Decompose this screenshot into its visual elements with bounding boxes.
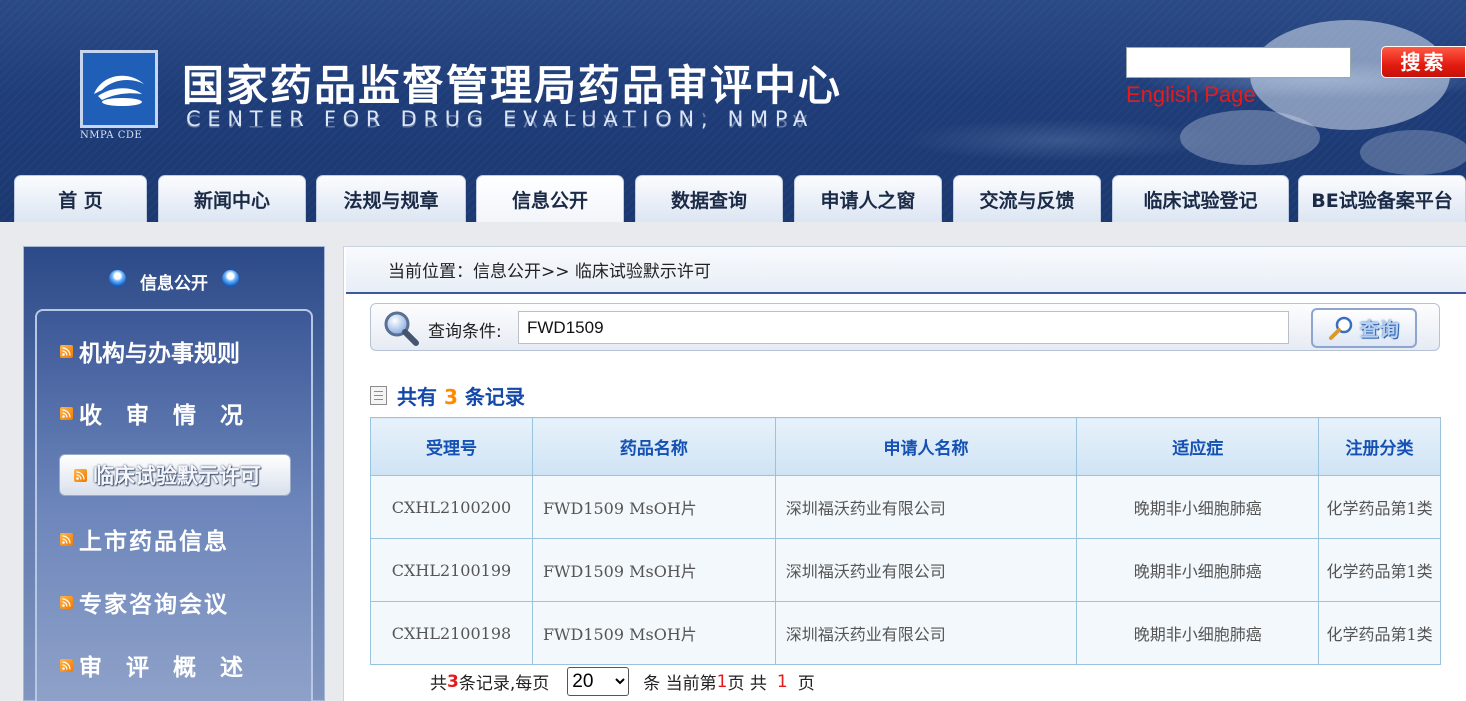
sidebar-title: 信息公开: [140, 273, 208, 294]
page-size-select[interactable]: 20: [567, 667, 630, 696]
query-bar: 查询条件: 查询: [370, 303, 1440, 351]
search-icon: [1328, 316, 1353, 340]
pager-total-records: 3: [447, 671, 459, 692]
cell-registration-class: 化学药品第1类: [1318, 538, 1441, 602]
cell-drug-name: FWD1509 MsOH片: [531, 475, 776, 539]
query-input[interactable]: [518, 311, 1289, 344]
tab-clinical-trial-registry[interactable]: 临床试验登记: [1112, 175, 1289, 222]
cell-applicant: 深圳福沃药业有限公司: [774, 538, 1078, 602]
sidebar-item-rules[interactable]: 机构与办事规则: [60, 333, 240, 369]
cell-registration-class: 化学药品第1类: [1318, 475, 1441, 539]
table-row[interactable]: CXHL2100199 FWD1509 MsOH片 深圳福沃药业有限公司 晚期非…: [370, 538, 1441, 602]
bullet-orb-icon: [109, 269, 126, 287]
breadcrumb: 当前位置：信息公开>> 临床试验默示许可: [346, 247, 1466, 294]
column-header-registration-class: 注册分类: [1318, 417, 1441, 476]
tab-applicant[interactable]: 申请人之窗: [794, 175, 942, 222]
sidebar-item-clinical-trial-permit[interactable]: 临床试验默示许可: [59, 454, 291, 496]
pager-text: 页: [797, 674, 815, 694]
tab-info-disclosure[interactable]: 信息公开: [476, 175, 624, 222]
column-header-accept-no: 受理号: [370, 417, 533, 476]
cell-indication: 晚期非小细胞肺癌: [1076, 475, 1320, 539]
pager-text: 条记录,每页: [458, 674, 550, 694]
cell-accept-no[interactable]: CXHL2100199: [370, 538, 533, 602]
column-header-drug-name: 药品名称: [531, 417, 776, 476]
pager-total-pages: 1: [776, 671, 788, 692]
cell-indication: 晚期非小细胞肺癌: [1076, 538, 1320, 602]
cell-drug-name: FWD1509 MsOH片: [531, 601, 776, 665]
tab-news[interactable]: 新闻中心: [158, 175, 306, 222]
table-row[interactable]: CXHL2100200 FWD1509 MsOH片 深圳福沃药业有限公司 晚期非…: [370, 475, 1441, 539]
cell-applicant: 深圳福沃药业有限公司: [774, 601, 1078, 665]
cell-drug-name: FWD1509 MsOH片: [531, 538, 776, 602]
record-count-text: 共有 3 条记录: [397, 385, 525, 409]
site-search-input[interactable]: [1126, 47, 1351, 78]
sidebar-item-label: 审 评 概 述: [79, 655, 252, 681]
logo-icon: [94, 75, 144, 106]
english-page-link[interactable]: English Page: [1126, 82, 1256, 108]
logo-emblem: [80, 50, 158, 128]
sidebar-item-review-overview[interactable]: 审 评 概 述: [60, 647, 251, 683]
sidebar-item-label: 收 审 情 况: [79, 403, 252, 429]
rss-icon: [60, 344, 73, 358]
rss-icon: [60, 595, 73, 609]
pagination: 共 3 条记录,每页 20 条 当前第 1 页 共 1 页: [430, 667, 815, 696]
pager-text: 共: [430, 674, 447, 694]
pager-current-page: 1: [716, 671, 728, 692]
sidebar-header: 信息公开: [24, 247, 324, 309]
tab-data-query[interactable]: 数据查询: [635, 175, 783, 222]
rss-icon: [60, 658, 73, 672]
cell-applicant: 深圳福沃药业有限公司: [774, 475, 1078, 539]
column-header-applicant: 申请人名称: [774, 417, 1078, 476]
list-icon: [370, 386, 387, 405]
cell-registration-class: 化学药品第1类: [1318, 601, 1441, 665]
sidebar-item-review-status[interactable]: 收 审 情 况: [60, 395, 251, 431]
record-count-number: 3: [443, 385, 458, 409]
query-button[interactable]: 查询: [1311, 308, 1417, 348]
rss-icon: [60, 532, 73, 546]
site-title-cn: 国家药品监督管理局药品审评中心: [182, 61, 843, 110]
results-table: 受理号 药品名称 申请人名称 适应症 注册分类 CXHL2100200 FWD1…: [370, 417, 1441, 665]
record-count: 共有 3 条记录: [370, 381, 525, 410]
query-button-label: 查询: [1359, 318, 1400, 341]
tab-home[interactable]: 首 页: [14, 175, 147, 222]
logo-caption: NMPA CDE: [80, 130, 143, 141]
tab-regulations[interactable]: 法规与规章: [316, 175, 466, 222]
cell-accept-no[interactable]: CXHL2100200: [370, 475, 533, 539]
sidebar-item-label: 机构与办事规则: [79, 341, 240, 367]
pager-text: 条 当前第: [643, 674, 717, 694]
sidebar-item-label: 专家咨询会议: [79, 592, 229, 618]
sidebar-item-label: 临床试验默示许可: [93, 464, 261, 488]
main-content: 当前位置：信息公开>> 临床试验默示许可 查询条件: 查询 共有 3 条记录 受…: [343, 246, 1466, 701]
table-row[interactable]: CXHL2100198 FWD1509 MsOH片 深圳福沃药业有限公司 晚期非…: [370, 601, 1441, 665]
left-sidebar: 信息公开 机构与办事规则 收 审 情 况 临床试验默示许可 上市药品信息 专家咨…: [23, 246, 325, 701]
cell-indication: 晚期非小细胞肺癌: [1076, 601, 1320, 665]
magnifier-icon: [384, 311, 419, 346]
query-label: 查询条件:: [428, 322, 502, 342]
pager-text: 页 共: [727, 674, 767, 694]
table-header-row: 受理号 药品名称 申请人名称 适应症 注册分类: [370, 417, 1441, 476]
pill-decoration: [1180, 110, 1320, 165]
cell-accept-no[interactable]: CXHL2100198: [370, 601, 533, 665]
site-title-reflection: CENTER FOR DRUG EVALUATION, NMPA: [186, 110, 814, 130]
site-search-button[interactable]: 搜索: [1381, 46, 1466, 78]
main-nav: 首 页 新闻中心 法规与规章 信息公开 数据查询 申请人之窗 交流与反馈 临床试…: [0, 175, 1466, 222]
tab-feedback[interactable]: 交流与反馈: [953, 175, 1101, 222]
column-header-indication: 适应症: [1076, 417, 1320, 476]
rss-icon: [60, 406, 73, 420]
tab-be-platform[interactable]: BE试验备案平台: [1298, 175, 1466, 222]
sidebar-item-label: 上市药品信息: [79, 529, 229, 555]
site-logo[interactable]: NMPA CDE: [80, 50, 160, 146]
sidebar-item-marketed-drugs[interactable]: 上市药品信息: [60, 521, 229, 557]
rss-icon: [74, 468, 87, 482]
sidebar-item-expert-meetings[interactable]: 专家咨询会议: [60, 584, 229, 620]
pill-decoration: [1360, 130, 1466, 175]
bullet-orb-icon: [222, 269, 239, 287]
